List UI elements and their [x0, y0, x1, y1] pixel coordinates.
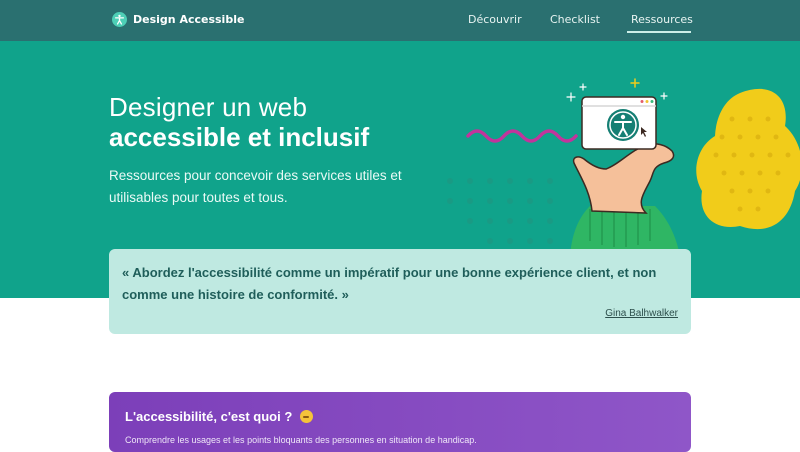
- quote-author-link[interactable]: Gina Balhwalker: [605, 308, 678, 319]
- site-logo-link[interactable]: Design Accessible: [112, 12, 244, 27]
- nav-link-ressources[interactable]: Ressources: [631, 13, 693, 26]
- info-title: L'accessibilité, c'est quoi ?: [125, 409, 313, 424]
- info-card[interactable]: L'accessibilité, c'est quoi ? Comprendre…: [109, 392, 691, 452]
- nav-active-indicator: [627, 31, 691, 33]
- hand: [572, 143, 675, 214]
- quote-card: « Abordez l'accessibilité comme un impér…: [109, 249, 691, 334]
- accessibility-icon: [112, 12, 127, 27]
- nav-link-decouvrir[interactable]: Découvrir: [468, 13, 522, 26]
- hero-title-line1: Designer un web: [109, 92, 308, 122]
- thinking-face-icon: [299, 410, 313, 423]
- nav-link-checklist[interactable]: Checklist: [550, 13, 600, 26]
- dot-pattern: [447, 178, 553, 244]
- quote-text: « Abordez l'accessibilité comme un impér…: [122, 265, 657, 302]
- hero-title-line2: accessible et inclusif: [109, 122, 370, 152]
- yellow-blob: [696, 88, 800, 230]
- top-navigation-bar: Design Accessible Découvrir Checklist Re…: [0, 0, 800, 41]
- wave-decoration: [466, 129, 578, 143]
- info-title-text: L'accessibilité, c'est quoi ?: [125, 409, 293, 424]
- hero-subtitle: Ressources pour concevoir des services u…: [109, 168, 402, 205]
- browser-window: [581, 96, 657, 150]
- site-name: Design Accessible: [133, 13, 245, 26]
